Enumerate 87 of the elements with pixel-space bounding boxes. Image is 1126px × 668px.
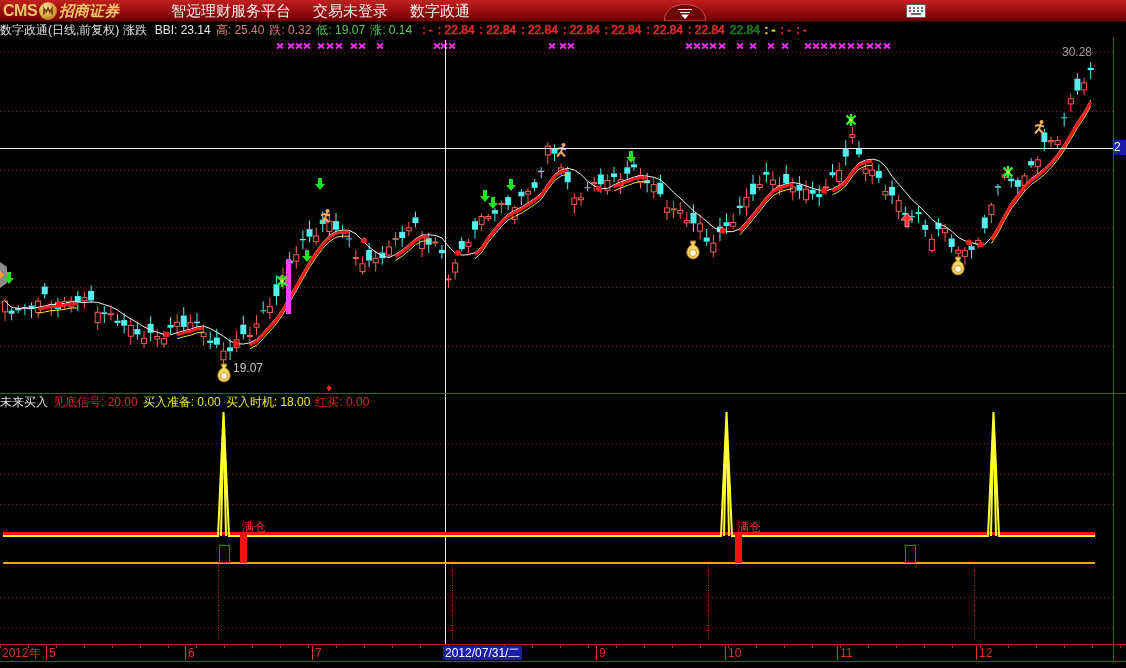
position-label: 满仓: [242, 520, 266, 534]
price-label: 30.28: [1062, 45, 1093, 59]
cross-marker-icon: [276, 42, 284, 50]
price-readout: 跌: 0.32: [269, 22, 312, 38]
dot-icon: [720, 227, 726, 234]
logo-emblem-icon: [39, 1, 58, 20]
axis-label: 2012年: [2, 646, 41, 660]
price-readout: 高: 25.40: [215, 22, 265, 38]
cross-marker-icon: [749, 42, 757, 50]
menu-item[interactable]: 智远理财服务平台: [171, 0, 291, 21]
menu-item[interactable]: 交易未登录: [313, 0, 388, 21]
signal-value: : 22.84: [521, 22, 558, 38]
axis-label: 11: [837, 646, 853, 660]
runner-icon: [320, 209, 331, 224]
cross-marker-icon: [781, 42, 789, 50]
marker-icon: [0, 262, 7, 288]
axis-label: 7: [312, 646, 322, 660]
down-arrow-icon: [506, 179, 516, 191]
signal-value: : 22.84: [562, 22, 600, 38]
position-bar: [735, 534, 742, 563]
dot-icon: [233, 340, 239, 347]
axis-label: 9: [596, 646, 606, 660]
money-bag-icon: [951, 256, 965, 276]
signal-value: : -: [422, 22, 433, 38]
menu-item[interactable]: 数字政通: [410, 0, 470, 21]
runner-icon: [1034, 120, 1045, 135]
position-label: 满仓: [737, 520, 761, 534]
signal-value: : 22.84: [479, 22, 517, 38]
signal-value: : -: [780, 22, 792, 38]
down-arrow-icon: [315, 178, 325, 190]
dot-icon: [361, 237, 367, 244]
price-readout: BBI: 23.14: [154, 22, 211, 38]
asterisk-icon: [1002, 164, 1014, 180]
asterisk-icon: [845, 112, 857, 128]
price-label: 19.07: [233, 361, 264, 375]
down-arrow-icon: [626, 151, 636, 163]
axis-label: 6: [185, 646, 195, 660]
money-bag-icon: [686, 240, 700, 260]
cursor-price-label: 2: [1114, 140, 1126, 155]
signal-value: : 22.84: [604, 22, 642, 38]
dot-icon: [455, 250, 461, 257]
cursor-date-label: 2012/07/31/二: [443, 646, 523, 660]
dot-icon: [596, 185, 602, 192]
signal-value: 22.84: [729, 22, 760, 38]
indicator-title: 未来买入: [0, 395, 48, 410]
indicator-readout: 买入准备: 0.00: [142, 395, 221, 410]
dot-icon: [966, 239, 972, 246]
signal-value: : -: [764, 22, 776, 38]
axis-label: 12: [976, 646, 993, 660]
down-arrow-icon: [4, 272, 14, 284]
cross-marker-icon: [548, 42, 556, 50]
dot-icon: [164, 331, 170, 338]
down-arrow-icon: [488, 197, 498, 209]
price-readout: 涨: 0.14: [370, 22, 413, 38]
money-bag-icon: [217, 363, 231, 383]
keyboard-icon[interactable]: [906, 3, 926, 18]
dot-icon: [978, 241, 984, 248]
logo-text: CMS: [3, 0, 38, 21]
up-arrow-icon: [326, 385, 332, 391]
asterisk-icon: [276, 273, 288, 289]
dot-icon: [821, 187, 827, 194]
indicator-readout: 红买: 0.00: [315, 395, 370, 410]
signal-value: : 22.84: [688, 22, 725, 38]
axis-label: 5: [46, 646, 56, 660]
position-bar: [240, 534, 247, 563]
down-arrow-icon: [302, 250, 312, 262]
signal-value: : -: [796, 22, 807, 38]
toolbar-toggle[interactable]: [664, 4, 706, 21]
chart-title: 数字政通(日线,前复权) 涨跌: [0, 22, 147, 38]
dot-icon: [56, 301, 62, 308]
cross-marker-icon: [767, 42, 775, 50]
up-arrow-icon: [900, 212, 914, 228]
indicator-readout: 买入时机: 18.00: [225, 395, 311, 410]
hollow-bar: [219, 545, 230, 563]
signal-value: : 22.84: [646, 22, 684, 38]
indicator-readout: 见底信号: 20.00: [53, 395, 138, 410]
price-readout: 低: 19.07: [316, 22, 366, 38]
signal-value: : 22.84: [437, 22, 475, 38]
menu-icon: [664, 4, 706, 21]
highlight-bar: [286, 259, 291, 314]
logo-text: 招商证券: [59, 0, 120, 21]
runner-icon: [556, 143, 567, 158]
hollow-bar: [905, 545, 916, 563]
cross-marker-icon: [376, 42, 384, 50]
axis-label: 10: [725, 646, 742, 660]
cross-marker-icon: [736, 42, 744, 50]
down-arrow-icon: [480, 190, 490, 202]
